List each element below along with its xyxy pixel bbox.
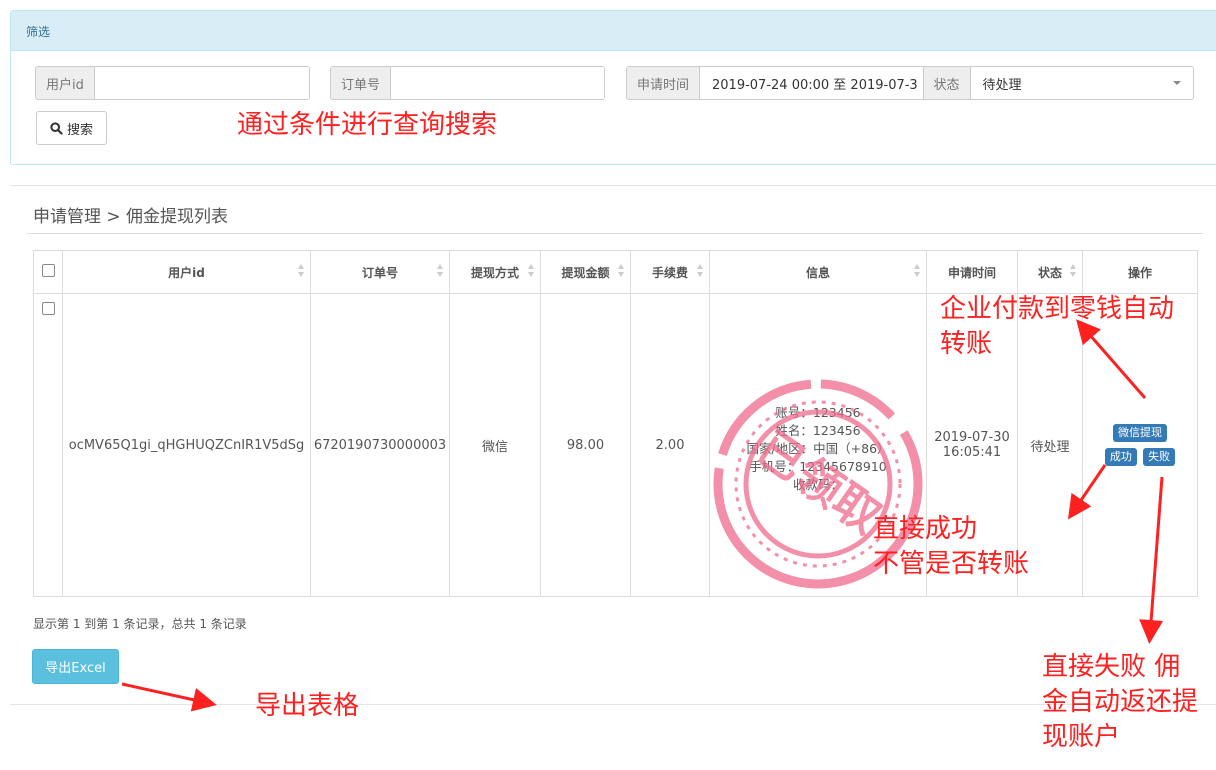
select-all-cell — [33, 250, 63, 294]
annotation-export: 导出表格 — [255, 691, 360, 721]
status-label: 状态 — [922, 67, 971, 99]
export-excel-button[interactable]: 导出Excel — [32, 649, 119, 684]
method-cell: 微信 — [449, 293, 541, 597]
info-account: 账号：123456 — [775, 405, 861, 420]
col-method[interactable]: 提现方式 — [449, 250, 541, 294]
info-country: 国家/地区：中国（+86） — [746, 441, 890, 456]
sort-icon — [1070, 264, 1077, 278]
col-amount[interactable]: 提现金额 — [540, 250, 631, 294]
order-no-field: 订单号 — [330, 66, 605, 100]
search-icon — [50, 121, 63, 135]
row-checkbox[interactable] — [41, 302, 55, 315]
annotation-success-1: 直接成功 — [873, 514, 978, 544]
sort-icon — [528, 264, 535, 278]
user-id-field: 用户id — [35, 66, 310, 100]
amount-cell: 98.00 — [540, 293, 631, 597]
annotation-wechat-1: 企业付款到零钱自动 — [940, 294, 1175, 324]
order-no-cell: 6720190730000003 — [310, 293, 450, 597]
pagination-summary: 显示第 1 到第 1 条记录，总共 1 条记录 — [33, 617, 247, 631]
apply-time-label: 申请时间 — [627, 67, 701, 99]
sort-icon — [697, 264, 704, 278]
annotation-success-2: 不管是否转账 — [873, 549, 1030, 579]
annotation-fail-1: 直接失败 佣 — [1042, 652, 1181, 682]
filter-panel-title: 筛选 — [11, 11, 1216, 51]
time-status-field: 申请时间 2019-07-24 00:00 至 2019-07-3 状态 待处理 — [626, 66, 1194, 100]
fee-cell: 2.00 — [630, 293, 710, 597]
wechat-withdraw-button[interactable]: 微信提现 — [1113, 424, 1167, 442]
fail-button[interactable]: 失败 — [1143, 448, 1176, 466]
sort-icon — [298, 264, 305, 278]
sort-icon — [618, 264, 625, 278]
annotation-wechat-2: 转账 — [940, 329, 993, 359]
col-apply-time[interactable]: 申请时间 — [926, 250, 1018, 294]
status-select[interactable]: 待处理 — [971, 67, 1193, 99]
col-info[interactable]: 信息 — [709, 250, 927, 294]
sort-icon — [914, 264, 921, 278]
success-button[interactable]: 成功 — [1104, 448, 1137, 466]
date-range-input[interactable]: 2019-07-24 00:00 至 2019-07-3 — [700, 67, 922, 99]
user-id-label: 用户id — [36, 67, 95, 99]
actions-cell: 微信提现 成功 失败 — [1082, 293, 1198, 597]
col-actions: 操作 — [1082, 250, 1198, 294]
select-all-checkbox[interactable] — [41, 264, 55, 277]
divider — [27, 233, 1203, 234]
apply-date: 2019-07-30 — [934, 430, 1010, 445]
user-id-cell: ocMV65Q1gi_qHGHUQZCnIR1V5dSg — [62, 293, 311, 597]
annotation-search: 通过条件进行查询搜索 — [237, 110, 498, 140]
order-no-label: 订单号 — [331, 67, 392, 99]
col-order-no[interactable]: 订单号 — [310, 250, 450, 294]
sort-icon — [437, 264, 444, 278]
info-phone: 手机号：12345678910 — [749, 459, 887, 474]
filter-panel: 筛选 用户id 订单号 申请时间 2019-07-24 00:00 至 2019… — [10, 10, 1216, 165]
apply-time: 16:05:41 — [942, 445, 1002, 460]
user-id-input[interactable] — [94, 67, 309, 99]
annotation-fail-2: 金自动返还提 — [1042, 687, 1199, 717]
order-no-input[interactable] — [391, 67, 604, 99]
col-status[interactable]: 状态 — [1017, 250, 1083, 294]
table-header-row: 用户id 订单号 提现方式 提现金额 手续费 信息 申请时间 状态 操作 — [33, 250, 1198, 294]
row-select-cell — [33, 293, 63, 597]
annotation-fail-3: 现账户 — [1042, 722, 1121, 752]
breadcrumb: 申请管理 > 佣金提现列表 — [33, 207, 229, 227]
col-user-id[interactable]: 用户id — [62, 250, 311, 294]
col-fee[interactable]: 手续费 — [630, 250, 710, 294]
chevron-down-icon — [1173, 81, 1181, 85]
search-button-label: 搜索 — [66, 122, 93, 138]
info-name: 姓名：123456 — [775, 423, 861, 438]
search-button[interactable]: 搜索 — [36, 111, 107, 145]
status-select-value: 待处理 — [982, 77, 1022, 93]
info-qrcode: 收款码： — [792, 477, 843, 492]
